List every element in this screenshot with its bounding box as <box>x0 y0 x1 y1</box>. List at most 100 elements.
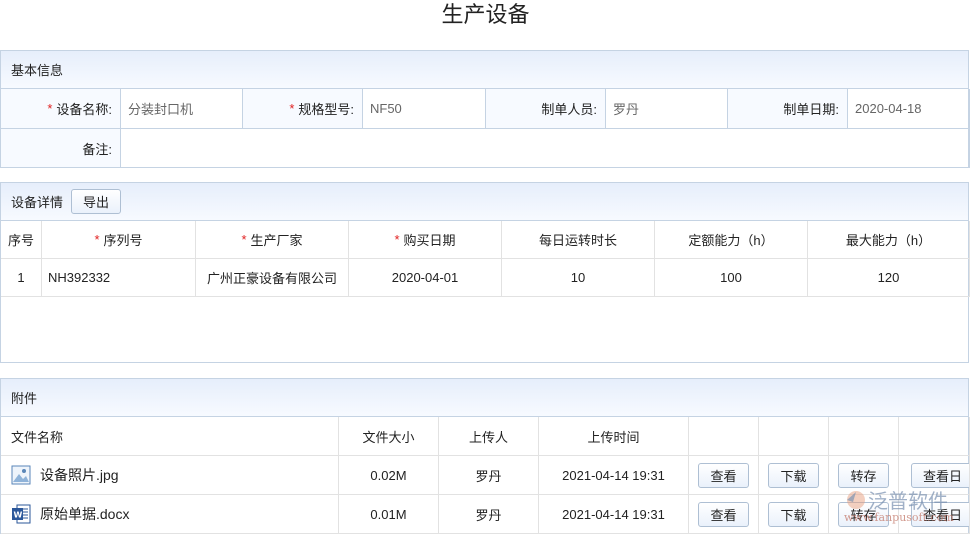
file-time: 2021-04-14 19:31 <box>539 456 689 495</box>
required-mark: * <box>394 232 400 247</box>
column-header: 文件名称 <box>1 417 339 456</box>
column-header: 序号 <box>1 221 42 259</box>
field-value[interactable]: 2020-04-18 <box>848 89 970 129</box>
file-size-text: 0.02M <box>370 467 407 483</box>
table-cell: 100 <box>655 259 808 297</box>
action-cell: 下载 <box>759 495 829 534</box>
action-cell: 查看 <box>689 495 759 534</box>
action-cell: 下载 <box>759 456 829 495</box>
column-header: 文件大小 <box>339 417 439 456</box>
cell-text: 1 <box>17 270 25 285</box>
action-cell: 查看 <box>689 456 759 495</box>
basic-info-header: 基本信息 <box>1 51 968 89</box>
download-button[interactable]: 下载 <box>768 501 819 527</box>
required-mark: * <box>47 101 53 116</box>
file-time: 2021-04-14 19:31 <box>539 495 689 534</box>
attachments-header: 附件 <box>1 379 968 417</box>
table-cell: 广州正豪设备有限公司 <box>196 259 349 297</box>
column-header-empty <box>899 417 970 456</box>
action-cell: 转存 <box>829 495 899 534</box>
table-cell: 10 <box>502 259 655 297</box>
view-button[interactable]: 查看 <box>698 501 749 527</box>
file-name: 设备照片.jpg <box>40 467 119 483</box>
basic-info-panel: 基本信息 * 设备名称: 分装封口机 * 规格型号: NF50 制单人员: 罗丹 制单日期: 20… <box>0 50 970 168</box>
remark-field[interactable] <box>121 129 970 168</box>
column-header-text: 文件大小 <box>362 429 415 445</box>
file-size: 0.02M <box>339 456 439 495</box>
table-cell: NH392332 <box>42 259 196 297</box>
field-label: 制单日期: <box>728 89 848 129</box>
remark-label-text: 备注: <box>82 141 112 157</box>
action-cell: 查看日 <box>899 495 970 534</box>
column-header-empty <box>689 417 759 456</box>
field-label-text: 制单人员: <box>541 102 597 117</box>
file-uploader: 罗丹 <box>439 456 539 495</box>
column-header: * 购买日期 <box>349 221 502 259</box>
table-cell: 120 <box>808 259 970 297</box>
column-header: 最大能力（h） <box>808 221 970 259</box>
action-cell: 转存 <box>829 456 899 495</box>
column-header-text: 上传时间 <box>587 429 640 445</box>
column-header-text: 定额能力（h） <box>688 233 774 248</box>
device-detail-title: 设备详情 <box>11 195 64 210</box>
file-size-text: 0.01M <box>370 506 407 522</box>
field-value-text: 罗丹 <box>613 102 640 117</box>
table-cell: 1 <box>1 259 42 297</box>
column-header: 上传时间 <box>539 417 689 456</box>
file-name-cell[interactable]: 设备照片.jpg <box>1 456 339 495</box>
cell-text: 10 <box>570 270 586 285</box>
field-value-text: 2020-04-18 <box>855 101 922 116</box>
column-header: 上传人 <box>439 417 539 456</box>
cell-text: 120 <box>877 270 900 285</box>
cell-text: 广州正豪设备有限公司 <box>206 271 337 286</box>
save-as-button[interactable]: 转存 <box>838 501 889 527</box>
export-button[interactable]: 导出 <box>71 189 122 214</box>
file-size: 0.01M <box>339 495 439 534</box>
field-label-text: 规格型号: <box>298 102 354 117</box>
file-name-cell[interactable]: W 原始单据.docx <box>1 495 339 534</box>
field-value[interactable]: 罗丹 <box>606 89 728 129</box>
table-cell: 2020-04-01 <box>349 259 502 297</box>
svg-text:W: W <box>14 511 23 520</box>
view-log-button[interactable]: 查看日 <box>911 501 969 527</box>
column-header-text: 序号 <box>7 233 34 248</box>
word-file-icon: W <box>11 504 31 524</box>
file-time-text: 2021-04-14 19:31 <box>562 506 665 522</box>
action-cell: 查看日 <box>899 456 970 495</box>
download-button[interactable]: 下载 <box>768 462 819 488</box>
column-header-text: 每日运转时长 <box>538 233 617 248</box>
required-mark: * <box>94 232 100 247</box>
field-value-text: NF50 <box>370 101 402 116</box>
file-uploader-text: 罗丹 <box>475 507 502 523</box>
cell-text: 100 <box>720 270 742 285</box>
column-header: 每日运转时长 <box>502 221 655 259</box>
field-label: * 规格型号: <box>243 89 363 129</box>
file-name: 原始单据.docx <box>40 506 130 522</box>
required-mark: * <box>241 232 247 247</box>
field-value-text: 分装封口机 <box>128 102 194 117</box>
column-header-text: 最大能力（h） <box>845 233 932 248</box>
field-label: 制单人员: <box>486 89 606 129</box>
page-title: 生产设备 <box>441 2 530 27</box>
view-button[interactable]: 查看 <box>698 462 749 488</box>
view-log-button[interactable]: 查看日 <box>911 462 969 488</box>
field-value[interactable]: 分装封口机 <box>121 89 243 129</box>
attachments-panel: 附件 文件名称 文件大小 上传人 上传时间设备照片.jpg 0.02M 罗丹 2021-04… <box>0 378 970 534</box>
column-header: * 序列号 <box>42 221 196 259</box>
column-header-empty <box>829 417 899 456</box>
device-detail-panel: 设备详情 导出 序号 * 序列号 * 生产厂家 * 购买日期 每日运转时长 定额能力（h） 最大能… <box>0 182 970 363</box>
field-label-text: 设备名称: <box>56 102 112 117</box>
file-uploader-text: 罗丹 <box>475 468 502 484</box>
field-value[interactable]: NF50 <box>363 89 486 129</box>
save-as-button[interactable]: 转存 <box>838 462 889 488</box>
file-time-text: 2021-04-14 19:31 <box>562 467 665 483</box>
column-header-text: 序列号 <box>103 233 143 248</box>
column-header: 定额能力（h） <box>655 221 808 259</box>
cell-text: NH392332 <box>48 270 111 285</box>
column-header-text: 生产厂家 <box>250 233 303 248</box>
image-file-icon <box>11 465 31 485</box>
column-header-text: 上传人 <box>468 429 508 445</box>
file-uploader: 罗丹 <box>439 495 539 534</box>
field-label: * 设备名称: <box>1 89 121 129</box>
device-detail-header: 设备详情 导出 <box>1 183 968 221</box>
